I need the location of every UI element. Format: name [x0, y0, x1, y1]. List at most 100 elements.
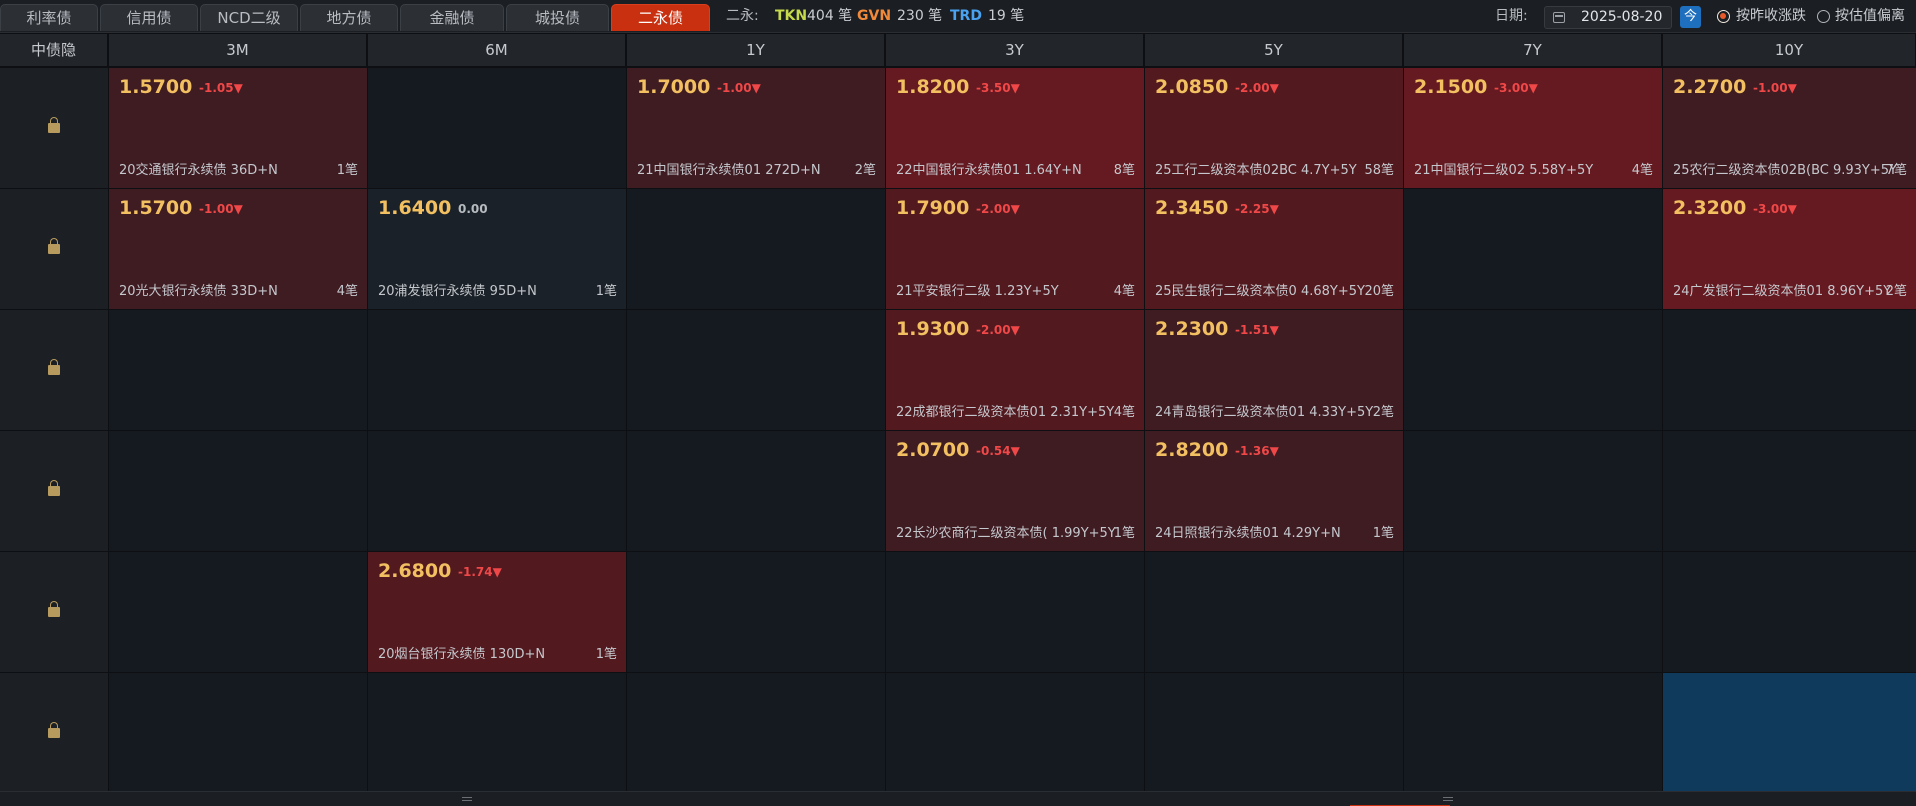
quote-cell[interactable]: 2.1500 -3.00▼ 21中国银行二级02 5.58Y+5Y 4笔 — [1404, 68, 1662, 188]
bond-name: 25农行二级资本债02B(BC 9.93Y+5Y — [1673, 163, 1897, 178]
empty-cell[interactable] — [627, 189, 885, 309]
trade-count: 1笔 — [595, 647, 617, 662]
quote-cell[interactable]: 1.6400 0.00 20浦发银行永续债 95D+N 1笔 — [368, 189, 626, 309]
quote-cell[interactable]: 2.0850 -2.00▼ 25工行二级资本债02BC 4.7Y+5Y 58笔 — [1145, 68, 1403, 188]
yield-change: -1.00▼ — [717, 81, 761, 95]
yield-change: -2.25▼ — [1235, 202, 1279, 216]
empty-cell[interactable] — [886, 552, 1144, 672]
tab-0[interactable]: 利率债 — [0, 4, 98, 31]
column-header-5y[interactable]: 5Y — [1145, 34, 1403, 66]
trade-count: 2笔 — [1372, 405, 1394, 420]
tab-4[interactable]: 金融债 — [400, 4, 504, 31]
empty-cell[interactable] — [627, 431, 885, 551]
quote-cell[interactable]: 1.5700 -1.00▼ 20光大银行永续债 33D+N 4笔 — [109, 189, 367, 309]
empty-cell[interactable] — [1663, 310, 1916, 430]
radio-valuation-deviation[interactable] — [1817, 10, 1830, 23]
stat-value-trd: 19 笔 — [988, 8, 1025, 24]
today-button[interactable]: 今 — [1680, 6, 1701, 28]
quote-cell[interactable]: 2.3450 -2.25▼ 25民生银行二级资本债0 4.68Y+5Y 20笔 — [1145, 189, 1403, 309]
stat-tag-trd: TRD — [950, 8, 982, 24]
tab-3[interactable]: 地方债 — [300, 4, 398, 31]
yield-change: -2.00▼ — [976, 323, 1020, 337]
quote-cell[interactable]: 2.3200 -3.00▼ 24广发银行二级资本债01 8.96Y+5Y 2笔 — [1663, 189, 1916, 309]
quote-cell[interactable]: 2.8200 -1.36▼ 24日照银行永续债01 4.29Y+N 1笔 — [1145, 431, 1403, 551]
empty-cell[interactable] — [1404, 310, 1662, 430]
empty-cell[interactable] — [886, 673, 1144, 793]
empty-cell[interactable] — [1404, 189, 1662, 309]
empty-cell[interactable] — [109, 673, 367, 793]
quote-cell[interactable]: 1.5700 -1.05▼ 20交通银行永续债 36D+N 1笔 — [109, 68, 367, 188]
column-header-6m[interactable]: 6M — [368, 34, 626, 66]
resize-grip-left[interactable] — [462, 797, 472, 801]
column-header-3y[interactable]: 3Y — [886, 34, 1144, 66]
lock-icon[interactable] — [48, 722, 60, 738]
quote-cell[interactable]: 1.9300 -2.00▼ 22成都银行二级资本债01 2.31Y+5Y 4笔 — [886, 310, 1144, 430]
empty-cell[interactable] — [1404, 431, 1662, 551]
lock-icon[interactable] — [48, 601, 60, 617]
radio-valuation-deviation-label[interactable]: 按估值偏离 — [1835, 0, 1905, 33]
column-header-3m[interactable]: 3M — [109, 34, 367, 66]
bond-name: 25民生银行二级资本债0 4.68Y+5Y — [1155, 284, 1365, 299]
date-picker[interactable]: 2025-08-20 — [1544, 6, 1672, 29]
empty-cell[interactable] — [1663, 552, 1916, 672]
yield-change: -0.54▼ — [976, 444, 1020, 458]
empty-cell[interactable] — [1404, 673, 1662, 793]
empty-cell[interactable] — [1404, 552, 1662, 672]
quote-cell[interactable]: 2.0700 -0.54▼ 22长沙农商行二级资本债( 1.99Y+5Y 1笔 — [886, 431, 1144, 551]
lock-icon[interactable] — [48, 359, 60, 375]
radio-prev-close-label[interactable]: 按昨收涨跌 — [1736, 0, 1806, 33]
yield-value: 2.1500 — [1414, 76, 1488, 98]
lock-icon[interactable] — [48, 480, 60, 496]
quote-cell[interactable]: 2.2700 -1.00▼ 25农行二级资本债02B(BC 9.93Y+5Y 7笔 — [1663, 68, 1916, 188]
bond-name: 25工行二级资本债02BC 4.7Y+5Y — [1155, 163, 1357, 178]
empty-cell[interactable] — [109, 310, 367, 430]
quote-cell[interactable]: 1.8200 -3.50▼ 22中国银行永续债01 1.64Y+N 8笔 — [886, 68, 1144, 188]
empty-cell[interactable] — [109, 431, 367, 551]
quote-cell[interactable]: 2.6800 -1.74▼ 20烟台银行永续债 130D+N 1笔 — [368, 552, 626, 672]
selected-cell[interactable] — [1663, 673, 1916, 793]
empty-cell[interactable] — [109, 552, 367, 672]
tab-6[interactable]: 二永债 — [611, 4, 710, 31]
trade-count: 2笔 — [1885, 284, 1907, 299]
tab-5[interactable]: 城投债 — [506, 4, 609, 31]
row-label-header: 中债隐 — [0, 34, 108, 66]
column-header-10y[interactable]: 10Y — [1663, 34, 1916, 66]
resize-grip-right[interactable] — [1443, 797, 1453, 801]
empty-cell[interactable] — [1145, 552, 1403, 672]
empty-cell[interactable] — [627, 310, 885, 430]
trade-count: 8笔 — [1113, 163, 1135, 178]
bond-name: 22长沙农商行二级资本债( 1.99Y+5Y — [896, 526, 1116, 541]
bond-name: 21中国银行永续债01 272D+N — [637, 163, 821, 178]
quote-cell[interactable]: 1.7900 -2.00▼ 21平安银行二级 1.23Y+5Y 4笔 — [886, 189, 1144, 309]
bond-name: 24广发银行二级资本债01 8.96Y+5Y — [1673, 284, 1892, 299]
column-header-7y[interactable]: 7Y — [1404, 34, 1662, 66]
empty-cell[interactable] — [1145, 673, 1403, 793]
top-bar: 利率债 信用债 NCD二级 地方债 金融债 城投债 二永债 二永: TKN 404 笔 GV… — [0, 0, 1916, 33]
tab-2[interactable]: NCD二级 — [200, 4, 298, 31]
row-label-1 — [0, 189, 108, 309]
column-header-1y[interactable]: 1Y — [627, 34, 885, 66]
stat-tag-gvn: GVN — [857, 8, 892, 24]
yield-value: 2.8200 — [1155, 439, 1229, 461]
empty-cell[interactable] — [1663, 431, 1916, 551]
empty-cell[interactable] — [627, 673, 885, 793]
bond-name: 21平安银行二级 1.23Y+5Y — [896, 284, 1059, 299]
quote-cell[interactable]: 1.7000 -1.00▼ 21中国银行永续债01 272D+N 2笔 — [627, 68, 885, 188]
empty-cell[interactable] — [368, 431, 626, 551]
row-label-3 — [0, 431, 108, 551]
quote-cell[interactable]: 2.2300 -1.51▼ 24青岛银行二级资本债01 4.33Y+5Y 2笔 — [1145, 310, 1403, 430]
bond-name: 20浦发银行永续债 95D+N — [378, 284, 537, 299]
tab-1[interactable]: 信用债 — [100, 4, 198, 31]
yield-change: -3.50▼ — [976, 81, 1020, 95]
yield-change: -3.00▼ — [1753, 202, 1797, 216]
calendar-icon — [1553, 12, 1565, 23]
lock-icon[interactable] — [48, 238, 60, 254]
yield-value: 1.7900 — [896, 197, 970, 219]
empty-cell[interactable] — [368, 68, 626, 188]
trade-count: 4笔 — [1113, 405, 1135, 420]
empty-cell[interactable] — [627, 552, 885, 672]
empty-cell[interactable] — [368, 673, 626, 793]
lock-icon[interactable] — [48, 117, 60, 133]
empty-cell[interactable] — [368, 310, 626, 430]
radio-prev-close[interactable] — [1717, 10, 1730, 23]
